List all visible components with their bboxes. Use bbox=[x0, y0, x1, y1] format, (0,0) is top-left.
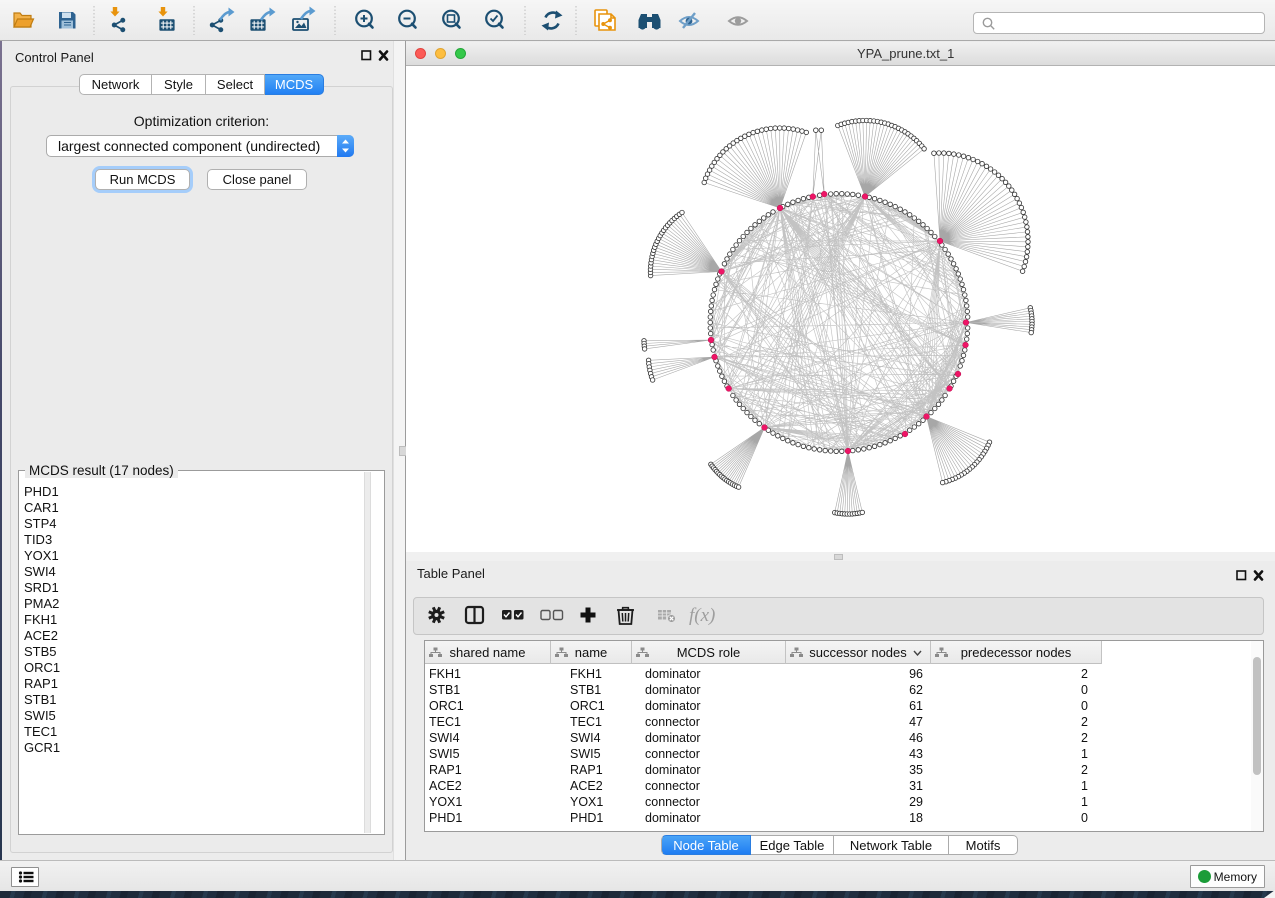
svg-text:f(x): f(x) bbox=[689, 605, 715, 626]
